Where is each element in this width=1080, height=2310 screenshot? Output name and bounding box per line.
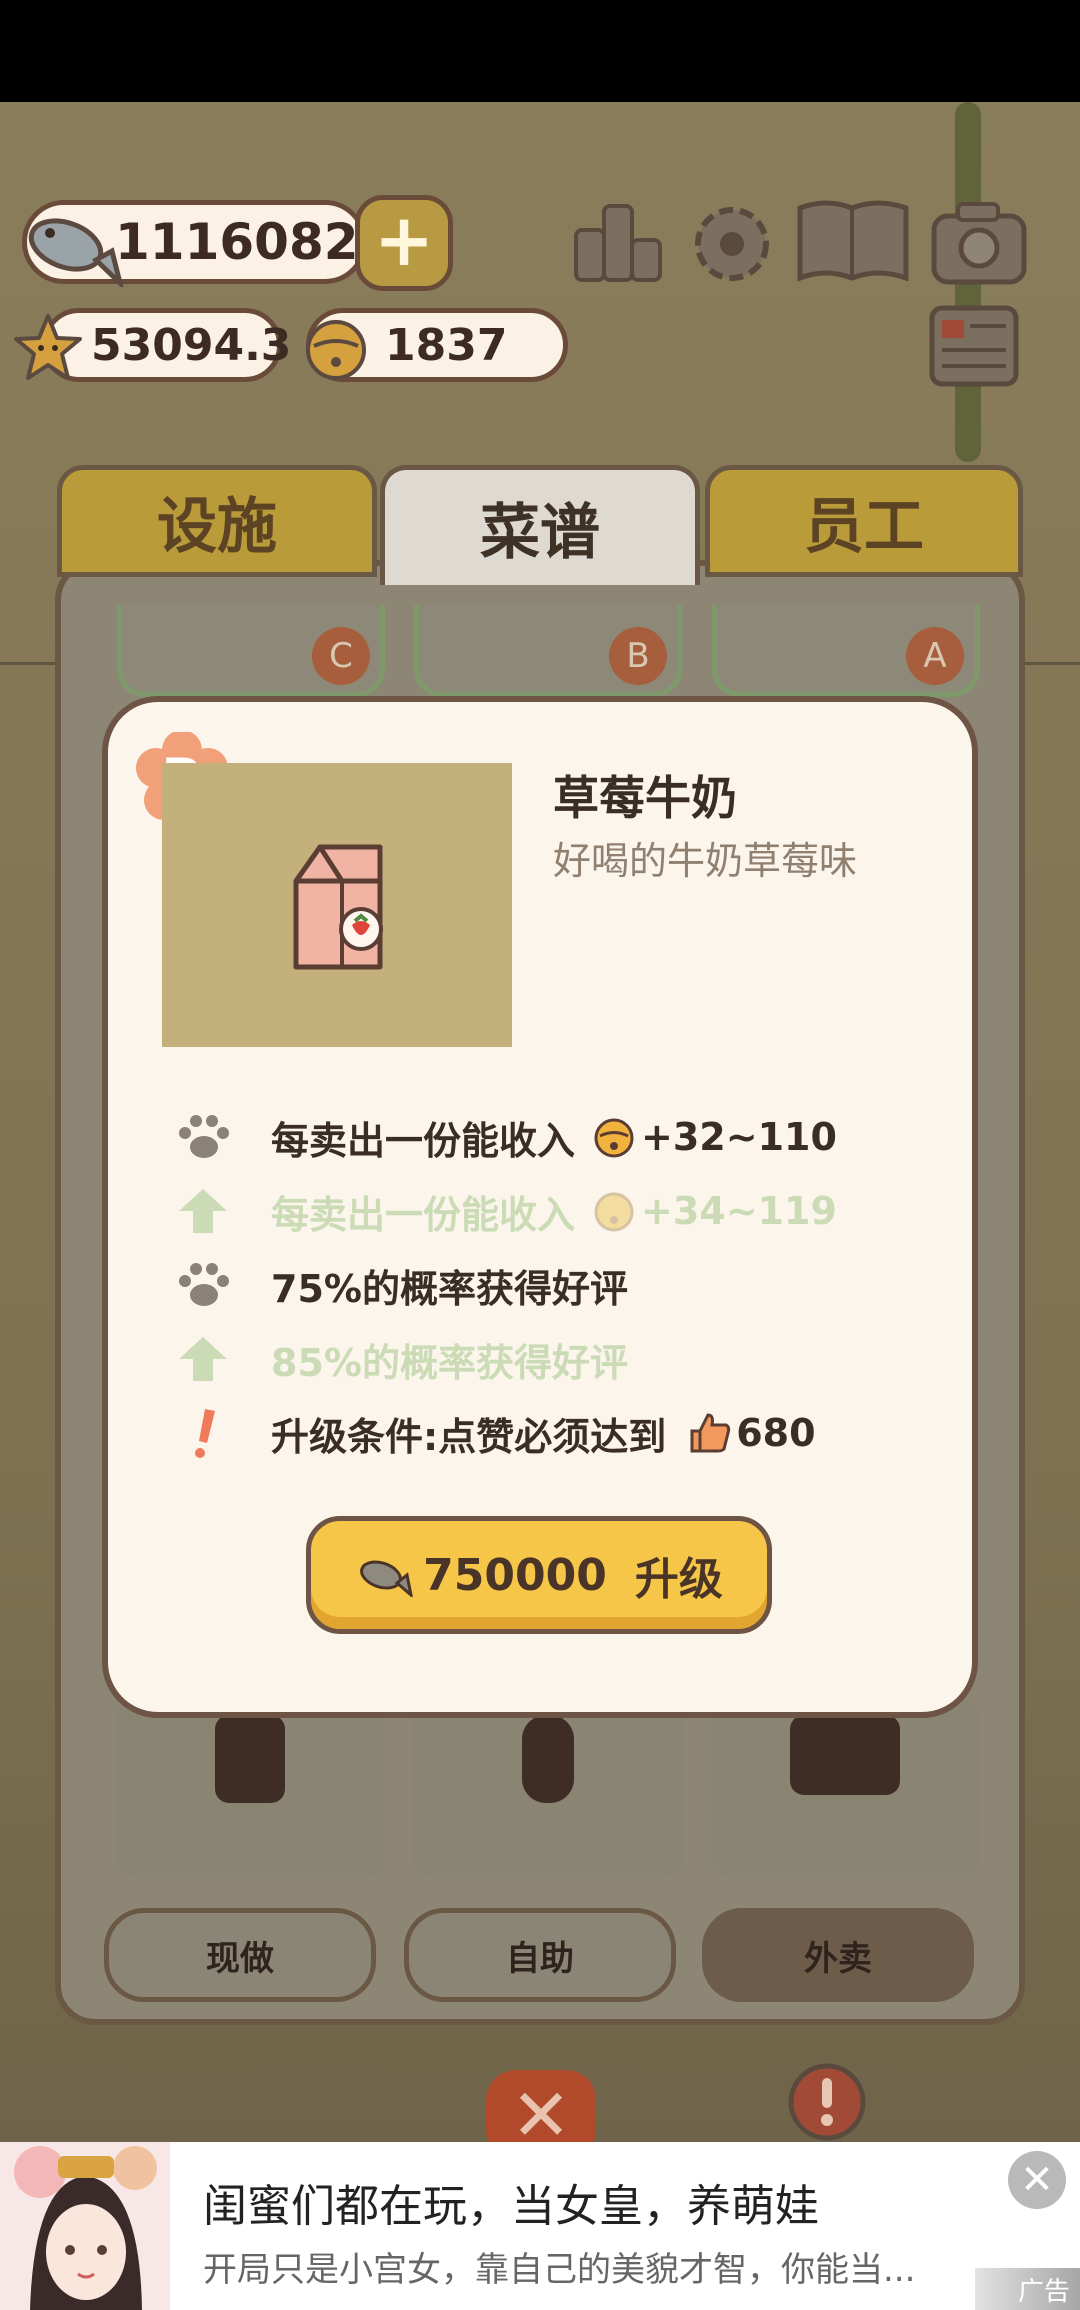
dish-silhouette — [790, 1715, 900, 1795]
rank-badge: B — [609, 627, 667, 685]
star-amount: 53094.3 — [91, 319, 292, 371]
upgrade-arrow-icon — [179, 1337, 227, 1381]
tab-recipes[interactable]: 菜谱 — [380, 465, 700, 585]
requirement-value: 680 — [736, 1411, 816, 1455]
upgrade-arrow-icon — [179, 1189, 227, 1233]
exclamation-icon — [195, 1409, 215, 1458]
status-bar — [0, 0, 1080, 102]
ad-tag: 广告 — [975, 2268, 1080, 2310]
paw-icon — [179, 1115, 229, 1158]
next-praise-row: 85%的概率获得好评 — [175, 1329, 628, 1389]
alert-icon[interactable] — [785, 2060, 869, 2144]
requirement-row: 升级条件:点赞必须达到 680 — [175, 1403, 816, 1463]
upgrade-cost: 750000 — [423, 1549, 607, 1601]
next-praise-text: 85%的概率获得好评 — [271, 1340, 628, 1385]
settings-gear-icon[interactable] — [686, 198, 778, 290]
fish-icon — [28, 218, 124, 287]
fish-amount: 1116082 — [115, 213, 359, 271]
income-label: 每卖出一份能收入 — [271, 1118, 576, 1163]
recipe-name: 草莓牛奶 — [553, 771, 737, 825]
star-icon — [14, 314, 82, 380]
notice-board-icon[interactable] — [928, 304, 1020, 390]
strawberry-milk-carton-icon — [293, 844, 383, 970]
requirement-label: 升级条件:点赞必须达到 — [271, 1414, 667, 1459]
praise-text: 75%的概率获得好评 — [271, 1266, 628, 1311]
ranking-icon[interactable] — [572, 200, 664, 286]
fish-icon — [360, 1560, 414, 1597]
recipe-image — [162, 763, 512, 1047]
ad-avatar-image[interactable] — [0, 2142, 170, 2310]
plus-icon: + — [373, 198, 435, 282]
recipe-description: 好喝的牛奶草莓味 — [553, 839, 858, 883]
income-row: 每卖出一份能收入 +32~110 — [175, 1107, 837, 1167]
next-income-row: 每卖出一份能收入 +34~119 — [175, 1181, 837, 1241]
bell-icon — [594, 1118, 634, 1158]
income-value: +32~110 — [641, 1115, 837, 1159]
camera-icon[interactable] — [930, 200, 1028, 286]
tab-facilities[interactable]: 设施 — [57, 465, 377, 577]
add-currency-button[interactable]: + — [355, 195, 453, 291]
dish-silhouette — [215, 1715, 285, 1803]
ad-close-icon[interactable]: ✕ — [1008, 2151, 1066, 2209]
recipe-book-icon[interactable] — [794, 194, 912, 290]
mode-takeout-button[interactable]: 外卖 — [702, 1908, 974, 2002]
ad-title[interactable]: 闺蜜们都在玩，当女皇，养萌娃 — [203, 2170, 819, 2234]
bell-icon — [306, 320, 366, 380]
mode-self-service-button[interactable]: 自助 — [404, 1908, 676, 2002]
tab-staff[interactable]: 员工 — [705, 465, 1023, 577]
next-income-value: +34~119 — [641, 1189, 837, 1233]
next-income-label: 每卖出一份能收入 — [271, 1192, 576, 1237]
bell-icon — [594, 1192, 634, 1232]
upgrade-button[interactable]: 750000 升级 — [306, 1516, 772, 1634]
paw-icon — [179, 1263, 229, 1306]
ad-description[interactable]: 开局只是小宫女，靠自己的美貌才智，你能当... — [203, 2242, 915, 2291]
thumbs-up-icon — [690, 1413, 731, 1453]
rank-badge: A — [906, 627, 964, 685]
praise-row: 75%的概率获得好评 — [175, 1255, 628, 1315]
rank-badge: C — [312, 627, 370, 685]
dish-silhouette — [522, 1715, 574, 1803]
bell-amount: 1837 — [385, 319, 508, 371]
mode-made-to-order-button[interactable]: 现做 — [104, 1908, 376, 2002]
upgrade-label: 升级 — [634, 1554, 723, 1605]
